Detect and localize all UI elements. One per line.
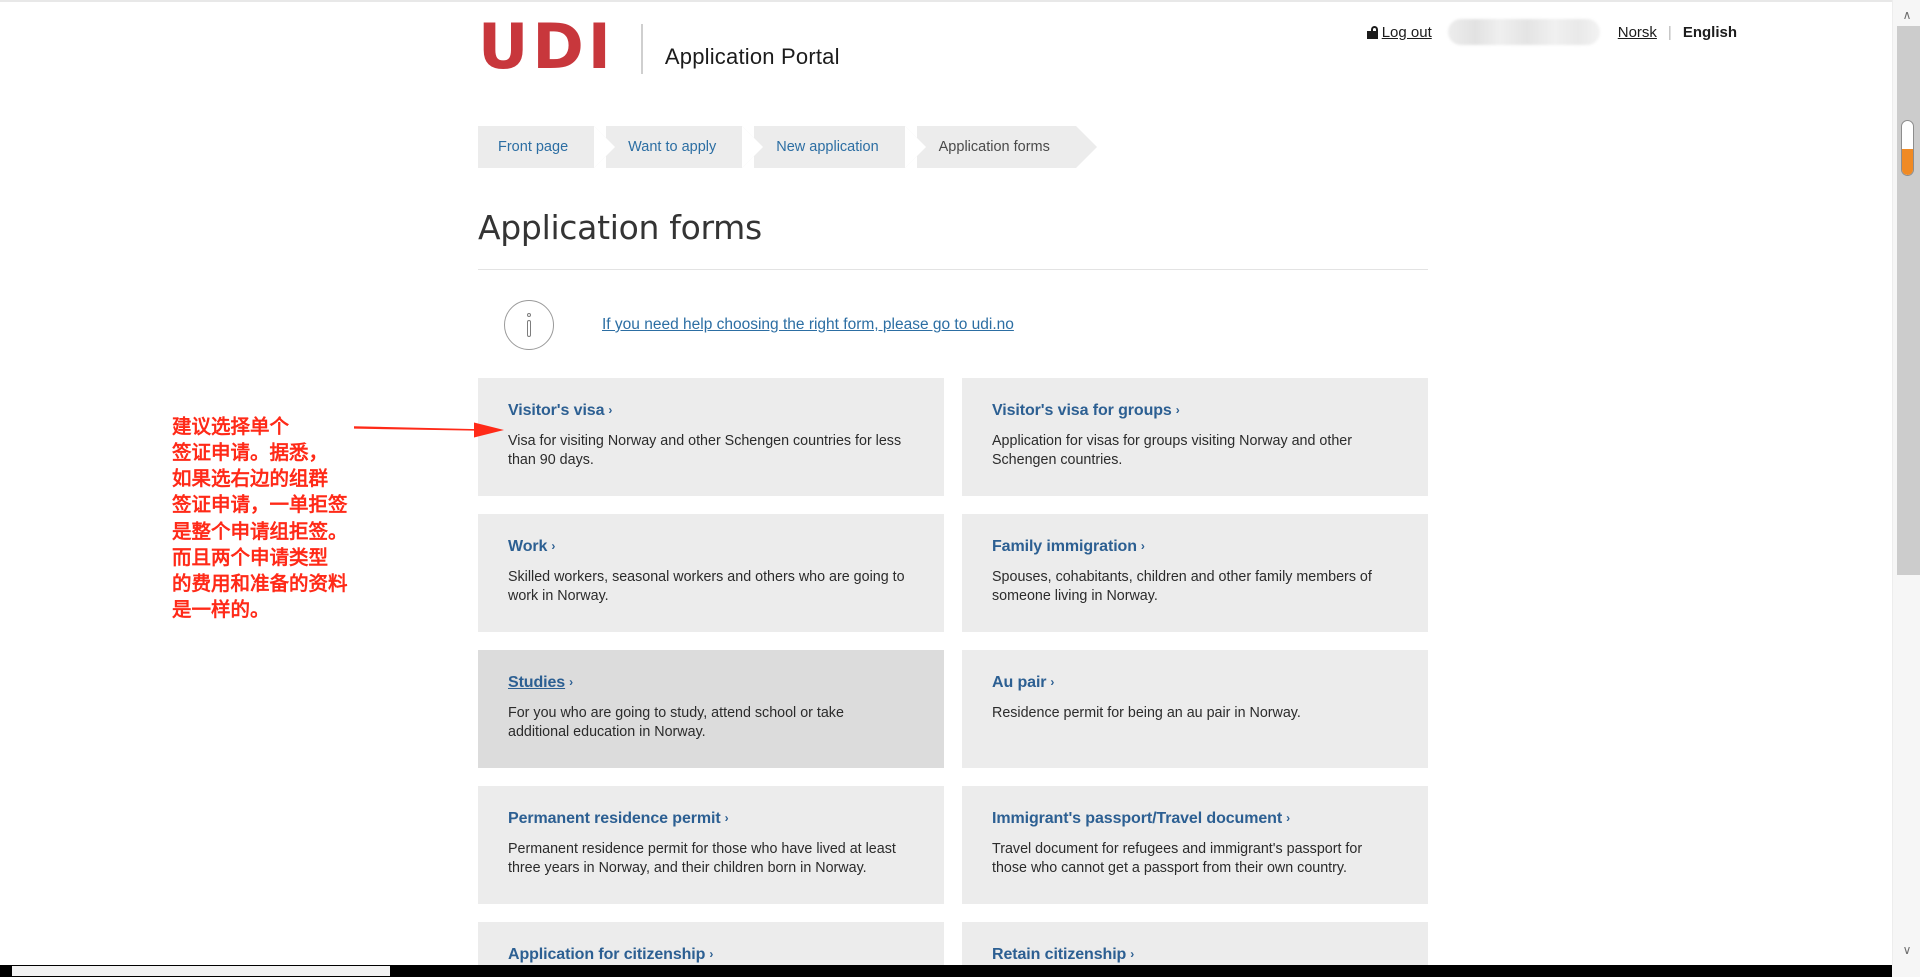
logo-divider xyxy=(640,24,643,74)
form-card-permanent-residence-permit[interactable]: Permanent residence permit › Permanent re… xyxy=(478,786,944,904)
lock-icon xyxy=(1366,25,1378,39)
breadcrumb-item-want-to-apply[interactable]: Want to apply xyxy=(594,126,764,168)
card-title: Retain citizenship › xyxy=(992,946,1135,963)
card-description: Spouses, cohabitants, children and other… xyxy=(992,569,1372,604)
page-title: Application forms xyxy=(478,208,762,247)
card-description: Residence permit for being an au pair in… xyxy=(992,705,1301,721)
chevron-right-icon: › xyxy=(1286,811,1290,825)
scroll-position-marker xyxy=(1901,120,1914,176)
form-card-application-for-citizenship[interactable]: Application for citizenship › xyxy=(478,922,944,965)
annotation-arrow-icon xyxy=(354,422,504,438)
logout-link[interactable]: Log out xyxy=(1366,23,1432,41)
card-title: Permanent residence permit › xyxy=(508,810,729,827)
page-viewport: UDI Application Portal Log out Norsk | E… xyxy=(0,2,1892,965)
card-description: Skilled workers, seasonal workers and ot… xyxy=(508,569,905,604)
breadcrumb-item-application-forms[interactable]: Application forms xyxy=(904,126,1098,168)
chevron-right-icon: › xyxy=(1050,675,1055,689)
language-norsk-link[interactable]: Norsk xyxy=(1618,24,1657,41)
horizontal-scrollbar-thumb[interactable] xyxy=(12,966,390,976)
udi-wordmark: UDI xyxy=(478,10,615,83)
scroll-marker-fill xyxy=(1902,149,1913,175)
form-card-immigrants-passport-travel-document[interactable]: Immigrant's passport/Travel document › Tr… xyxy=(962,786,1428,904)
form-card-family-immigration[interactable]: Family immigration › Spouses, cohabitants… xyxy=(962,514,1428,632)
language-english-active[interactable]: English xyxy=(1683,24,1737,41)
info-icon xyxy=(504,300,554,350)
card-description: Visa for visiting Norway and other Schen… xyxy=(508,433,902,468)
chevron-right-icon: › xyxy=(1130,947,1135,961)
card-description: Permanent residence permit for those who… xyxy=(508,841,896,876)
scroll-down-arrow-icon[interactable]: ∨ xyxy=(1893,939,1920,961)
chevron-right-icon: › xyxy=(709,947,714,961)
portal-title: Application Portal xyxy=(664,44,840,69)
chevron-right-icon: › xyxy=(1175,403,1180,417)
site-logo[interactable]: UDI Application Portal xyxy=(478,16,840,78)
application-form-grid: Visitor's visa › Visa for visiting Norway… xyxy=(478,378,1428,965)
chevron-right-icon: › xyxy=(551,539,556,553)
form-card-work[interactable]: Work › Skilled workers, seasonal workers … xyxy=(478,514,944,632)
header-utility-bar: Log out Norsk | English xyxy=(1366,19,1737,45)
card-title: Application for citizenship › xyxy=(508,946,714,963)
form-card-studies[interactable]: Studies › For you who are going to study,… xyxy=(478,650,944,768)
chevron-right-icon: › xyxy=(569,675,573,689)
main-content: Front page Want to apply New application… xyxy=(478,126,1428,965)
form-card-retain-citizenship[interactable]: Retain citizenship › xyxy=(962,922,1428,965)
breadcrumb: Front page Want to apply New application… xyxy=(478,126,1428,168)
chevron-right-icon: › xyxy=(608,403,613,417)
site-header: UDI Application Portal Log out Norsk | E… xyxy=(0,2,1892,112)
vertical-scrollbar-thumb[interactable] xyxy=(1897,26,1920,575)
info-banner: If you need help choosing the right form… xyxy=(478,300,1428,350)
vertical-scrollbar[interactable]: ∧ ∨ xyxy=(1892,0,1920,965)
scroll-up-arrow-icon[interactable]: ∧ xyxy=(1893,4,1920,26)
breadcrumb-item-new-application[interactable]: New application xyxy=(742,126,927,168)
chevron-right-icon: › xyxy=(724,811,729,825)
horizontal-scrollbar[interactable] xyxy=(0,965,1892,977)
username-redacted xyxy=(1447,19,1600,45)
title-divider xyxy=(478,269,1428,270)
annotation-text: 建议选择单个 签证申请。据悉， 如果选右边的组群 签证申请，一单拒签 是整个申请… xyxy=(172,415,348,621)
card-title: Immigrant's passport/Travel document › xyxy=(992,810,1290,827)
form-card-visitors-visa[interactable]: Visitor's visa › Visa for visiting Norway… xyxy=(478,378,944,496)
card-title: Au pair › xyxy=(992,674,1055,691)
card-title: Work › xyxy=(508,538,556,555)
card-description: Travel document for refugees and immigra… xyxy=(992,841,1363,876)
card-title: Family immigration › xyxy=(992,538,1145,555)
card-title: Studies › xyxy=(508,674,573,691)
language-separator: | xyxy=(1667,23,1672,41)
scrollbar-corner xyxy=(1892,965,1920,977)
card-title: Visitor's visa › xyxy=(508,402,613,419)
card-title: Visitor's visa for groups › xyxy=(992,402,1180,419)
help-choosing-form-link[interactable]: If you need help choosing the right form… xyxy=(602,316,1014,334)
chevron-right-icon: › xyxy=(1140,539,1145,553)
logout-label: Log out xyxy=(1381,23,1432,41)
form-card-au-pair[interactable]: Au pair › Residence permit for being an a… xyxy=(962,650,1428,768)
breadcrumb-item-front-page[interactable]: Front page xyxy=(478,126,616,168)
form-card-visitors-visa-for-groups[interactable]: Visitor's visa for groups › Application f… xyxy=(962,378,1428,496)
card-description: Application for visas for groups visitin… xyxy=(992,433,1352,468)
card-description: For you who are going to study, attend s… xyxy=(508,705,844,740)
